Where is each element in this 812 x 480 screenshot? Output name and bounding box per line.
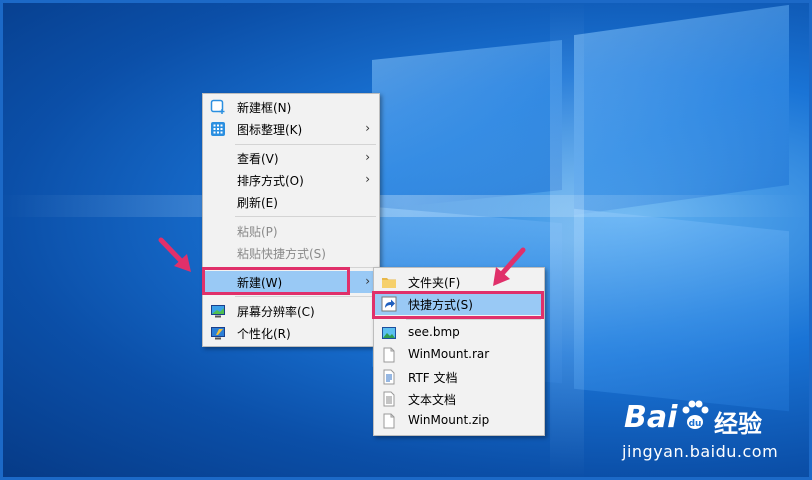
chevron-right-icon: › — [365, 150, 370, 164]
baidu-jingyan-watermark: Bai du 百度 经验 jingyan.baidu.com — [620, 398, 810, 470]
file-icon — [381, 413, 397, 429]
submenu-item-winmount-zip[interactable]: WinMount.zip — [375, 410, 543, 432]
menu-separator — [235, 144, 376, 145]
rtf-document-icon — [381, 369, 397, 385]
menu-item-label: 图标整理(K) — [237, 123, 303, 137]
menu-item-personalize[interactable]: 个性化(R) — [204, 322, 378, 344]
watermark-product: 经验 — [714, 410, 762, 438]
menu-separator — [235, 296, 376, 297]
menu-item-label: WinMount.rar — [408, 347, 490, 361]
menu-item-screen-resolution[interactable]: 屏幕分辨率(C) — [204, 300, 378, 322]
submenu-item-rtf-document[interactable]: RTF 文档 — [375, 366, 543, 388]
new-box-icon — [210, 99, 226, 115]
submenu-item-see-bmp[interactable]: see.bmp — [375, 322, 543, 344]
watermark-brand: Bai — [624, 400, 678, 435]
chevron-right-icon: › — [365, 121, 370, 135]
menu-item-label: 粘贴(P) — [237, 225, 278, 239]
display-settings-icon — [210, 303, 226, 319]
light-beam-decoration — [0, 195, 812, 217]
menu-item-label: 刷新(E) — [237, 196, 278, 210]
menu-separator — [235, 216, 376, 217]
menu-item-label: 查看(V) — [237, 152, 279, 166]
menu-item-label: 新建框(N) — [237, 101, 292, 115]
annotation-arrow-icon — [493, 247, 526, 286]
bitmap-icon — [381, 325, 397, 341]
text-document-icon — [381, 391, 397, 407]
menu-item-icon-arrange[interactable]: 图标整理(K) › — [204, 118, 378, 140]
menu-item-label: see.bmp — [408, 325, 460, 339]
svg-text:du: du — [689, 419, 702, 429]
chevron-right-icon: › — [365, 172, 370, 186]
menu-item-label: 排序方式(O) — [237, 174, 304, 188]
annotation-highlight-new — [202, 267, 350, 295]
menu-item-refresh[interactable]: 刷新(E) — [204, 191, 378, 213]
window-pane-decoration — [574, 208, 789, 412]
file-icon — [381, 347, 397, 363]
menu-item-label: 个性化(R) — [237, 327, 291, 341]
menu-item-paste[interactable]: 粘贴(P) — [204, 220, 378, 242]
submenu-item-text-document[interactable]: 文本文档 — [375, 388, 543, 410]
light-beam-decoration — [550, 0, 584, 480]
menu-item-sort-by[interactable]: 排序方式(O) › — [204, 169, 378, 191]
menu-separator — [406, 319, 541, 320]
annotation-highlight-shortcut — [372, 291, 544, 319]
window-pane-decoration — [574, 4, 789, 216]
menu-item-label: 文件夹(F) — [408, 276, 461, 290]
menu-item-label: WinMount.zip — [408, 413, 490, 427]
window-pane-decoration — [372, 40, 562, 210]
menu-item-view[interactable]: 查看(V) › — [204, 147, 378, 169]
annotation-arrow-icon — [158, 237, 191, 272]
menu-item-label: RTF 文档 — [408, 371, 458, 385]
submenu-item-winmount-rar[interactable]: WinMount.rar — [375, 344, 543, 366]
menu-item-new-box[interactable]: 新建框(N) — [204, 96, 378, 118]
menu-item-label: 粘贴快捷方式(S) — [237, 247, 326, 261]
menu-item-paste-shortcut[interactable]: 粘贴快捷方式(S) — [204, 242, 378, 264]
menu-item-label: 文本文档 — [408, 393, 457, 407]
watermark-url: jingyan.baidu.com — [622, 442, 779, 461]
desktop-context-menu: 新建框(N) 图标整理(K) › 查看(V) › 排序方式(O) › 刷新(E)… — [202, 93, 380, 347]
chevron-right-icon: › — [365, 274, 370, 288]
folder-icon — [381, 274, 397, 290]
icon-arrange-icon — [210, 121, 226, 137]
paw-icon: du — [680, 398, 710, 436]
menu-item-label: 屏幕分辨率(C) — [237, 305, 315, 319]
personalize-icon — [210, 325, 226, 341]
